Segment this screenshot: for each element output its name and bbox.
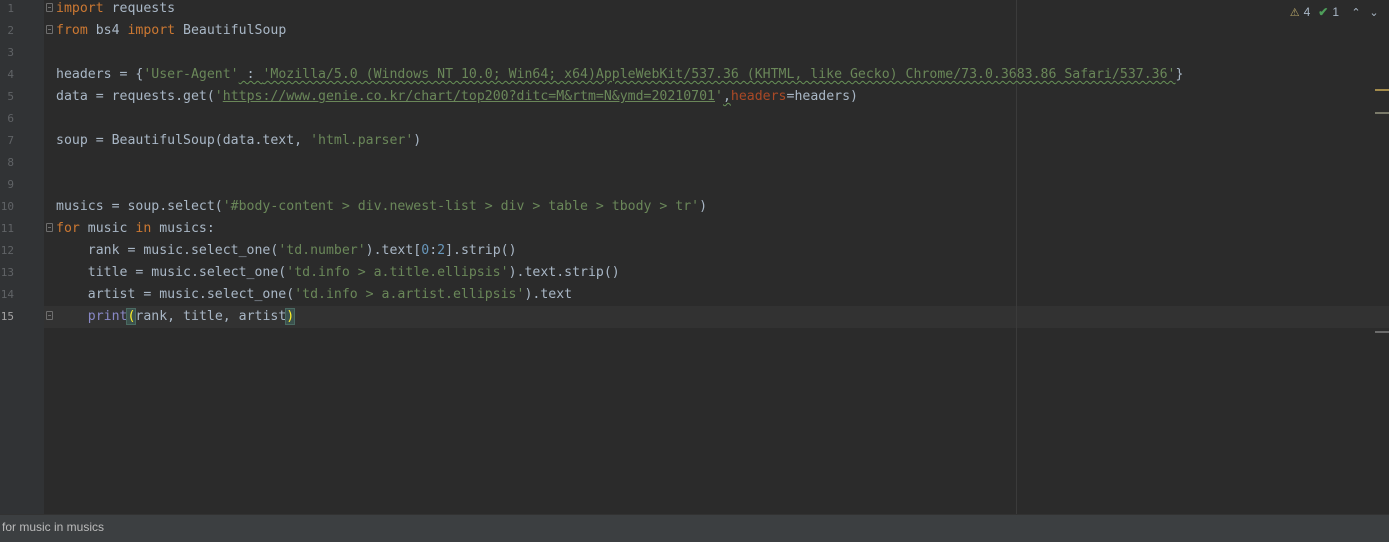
line-number-current: 15 bbox=[0, 310, 14, 323]
fold-toggle-icon[interactable] bbox=[46, 3, 53, 12]
weak-warning-count[interactable]: 1 bbox=[1332, 5, 1339, 19]
breadcrumb[interactable]: for music in musics bbox=[2, 520, 104, 534]
code-text: : bbox=[238, 67, 263, 82]
code-text: rank, title, artist bbox=[135, 309, 287, 324]
line-number: 6 bbox=[7, 112, 14, 125]
matched-brace: ) bbox=[285, 308, 296, 325]
chevron-down-icon[interactable]: ⌄ bbox=[1367, 6, 1381, 19]
line-number: 14 bbox=[0, 288, 14, 301]
code-line-15[interactable]: print(rank, title, artist) bbox=[56, 306, 296, 328]
code-line-13[interactable]: title = music.select_one('td.info > a.ti… bbox=[56, 262, 620, 284]
keyword: from bbox=[56, 23, 88, 38]
fold-toggle-icon[interactable] bbox=[46, 223, 53, 232]
line-number: 13 bbox=[0, 266, 14, 279]
line-number-gutter[interactable]: 1 2 3 4 5 6 7 8 9 10 11 12 13 14 15 bbox=[0, 0, 44, 514]
line-number: 3 bbox=[7, 46, 14, 59]
code-text: ).text[ bbox=[365, 243, 422, 258]
code-text: ].strip() bbox=[445, 243, 517, 258]
checkmark-icon[interactable]: ✔ bbox=[1318, 5, 1328, 19]
url-link[interactable]: https://www.genie.co.kr/chart/top200?dit… bbox=[223, 89, 715, 104]
keyword: in bbox=[135, 221, 152, 236]
number-literal: 0 bbox=[421, 243, 430, 258]
code-text: artist = music.select_one( bbox=[56, 287, 295, 302]
keyword: import bbox=[56, 1, 104, 16]
warning-count[interactable]: 4 bbox=[1304, 5, 1311, 19]
code-text: BeautifulSoup bbox=[175, 23, 287, 38]
code-text: ) bbox=[699, 199, 708, 214]
string-literal: 'td.number' bbox=[278, 243, 366, 258]
code-text: music bbox=[79, 221, 136, 236]
named-parameter: headers bbox=[730, 89, 787, 104]
line-number: 10 bbox=[0, 200, 14, 213]
line-number: 5 bbox=[7, 90, 14, 103]
string-quote: ' bbox=[715, 89, 723, 104]
string-quote: ' bbox=[214, 89, 223, 104]
number-literal: 2 bbox=[437, 243, 446, 258]
code-text: ) bbox=[413, 133, 422, 148]
code-text: } bbox=[1175, 67, 1184, 82]
warning-stripe-marker[interactable] bbox=[1375, 112, 1389, 114]
code-editor[interactable]: 1 2 3 4 5 6 7 8 9 10 11 12 13 14 15 impo… bbox=[0, 0, 1389, 514]
code-text: musics: bbox=[151, 221, 215, 236]
line-number: 7 bbox=[7, 134, 14, 147]
code-text: : bbox=[429, 243, 438, 258]
string-literal: '#body-content > div.newest-list > div >… bbox=[222, 199, 700, 214]
line-number: 8 bbox=[7, 156, 14, 169]
code-text: ).text bbox=[524, 287, 573, 302]
code-text: data = requests.get( bbox=[56, 89, 215, 104]
code-text: bs4 bbox=[87, 23, 128, 38]
line-number: 1 bbox=[7, 2, 14, 15]
code-text: , bbox=[722, 89, 731, 104]
keyword: import bbox=[127, 23, 176, 38]
line-number: 9 bbox=[7, 178, 14, 191]
line-number: 12 bbox=[0, 244, 14, 257]
code-line-5[interactable]: data = requests.get('https://www.genie.c… bbox=[56, 86, 858, 108]
string-literal: 'User-Agent' bbox=[143, 67, 239, 82]
builtin-function: print bbox=[87, 309, 128, 324]
string-literal: 'td.info > a.artist.ellipsis' bbox=[294, 287, 525, 302]
code-line-7[interactable]: soup = BeautifulSoup(data.text, 'html.pa… bbox=[56, 130, 421, 152]
keyword: for bbox=[56, 221, 80, 236]
inspection-widget[interactable]: ⚠ 4 ✔ 1 ⌃ ⌄ bbox=[1290, 4, 1381, 20]
code-text: soup = BeautifulSoup(data.text, bbox=[56, 133, 311, 148]
code-text: title = music.select_one( bbox=[56, 265, 287, 280]
code-line-14[interactable]: artist = music.select_one('td.info > a.a… bbox=[56, 284, 572, 306]
string-literal: 'Mozilla/5.0 (Windows NT 10.0; Win64; x6… bbox=[262, 67, 1176, 82]
code-line-2[interactable]: from bs4 import BeautifulSoup bbox=[56, 20, 286, 42]
caret-stripe-marker[interactable] bbox=[1375, 331, 1389, 333]
fold-toggle-icon[interactable] bbox=[46, 311, 53, 320]
string-literal: 'td.info > a.title.ellipsis' bbox=[286, 265, 509, 280]
warning-stripe-marker[interactable] bbox=[1375, 89, 1389, 91]
code-text: ).text.strip() bbox=[508, 265, 620, 280]
code-text: rank = music.select_one( bbox=[56, 243, 279, 258]
fold-toggle-icon[interactable] bbox=[46, 25, 53, 34]
chevron-up-icon[interactable]: ⌃ bbox=[1349, 6, 1363, 19]
line-number: 4 bbox=[7, 68, 14, 81]
code-line-10[interactable]: musics = soup.select('#body-content > di… bbox=[56, 196, 707, 218]
line-number: 11 bbox=[0, 222, 14, 235]
code-text: headers = { bbox=[56, 67, 144, 82]
code-text: =headers) bbox=[786, 89, 858, 104]
code-line-4[interactable]: headers = {'User-Agent' : 'Mozilla/5.0 (… bbox=[56, 64, 1183, 86]
breadcrumb-bar: for music in musics bbox=[0, 514, 1389, 542]
warning-triangle-icon[interactable]: ⚠ bbox=[1290, 6, 1300, 19]
code-line-11[interactable]: for music in musics: bbox=[56, 218, 215, 240]
code-text: musics = soup.select( bbox=[56, 199, 223, 214]
line-number: 2 bbox=[7, 24, 14, 37]
code-line-1[interactable]: import requests bbox=[56, 0, 175, 20]
code-text: requests bbox=[103, 1, 176, 16]
string-literal: 'html.parser' bbox=[310, 133, 414, 148]
code-line-12[interactable]: rank = music.select_one('td.number').tex… bbox=[56, 240, 517, 262]
